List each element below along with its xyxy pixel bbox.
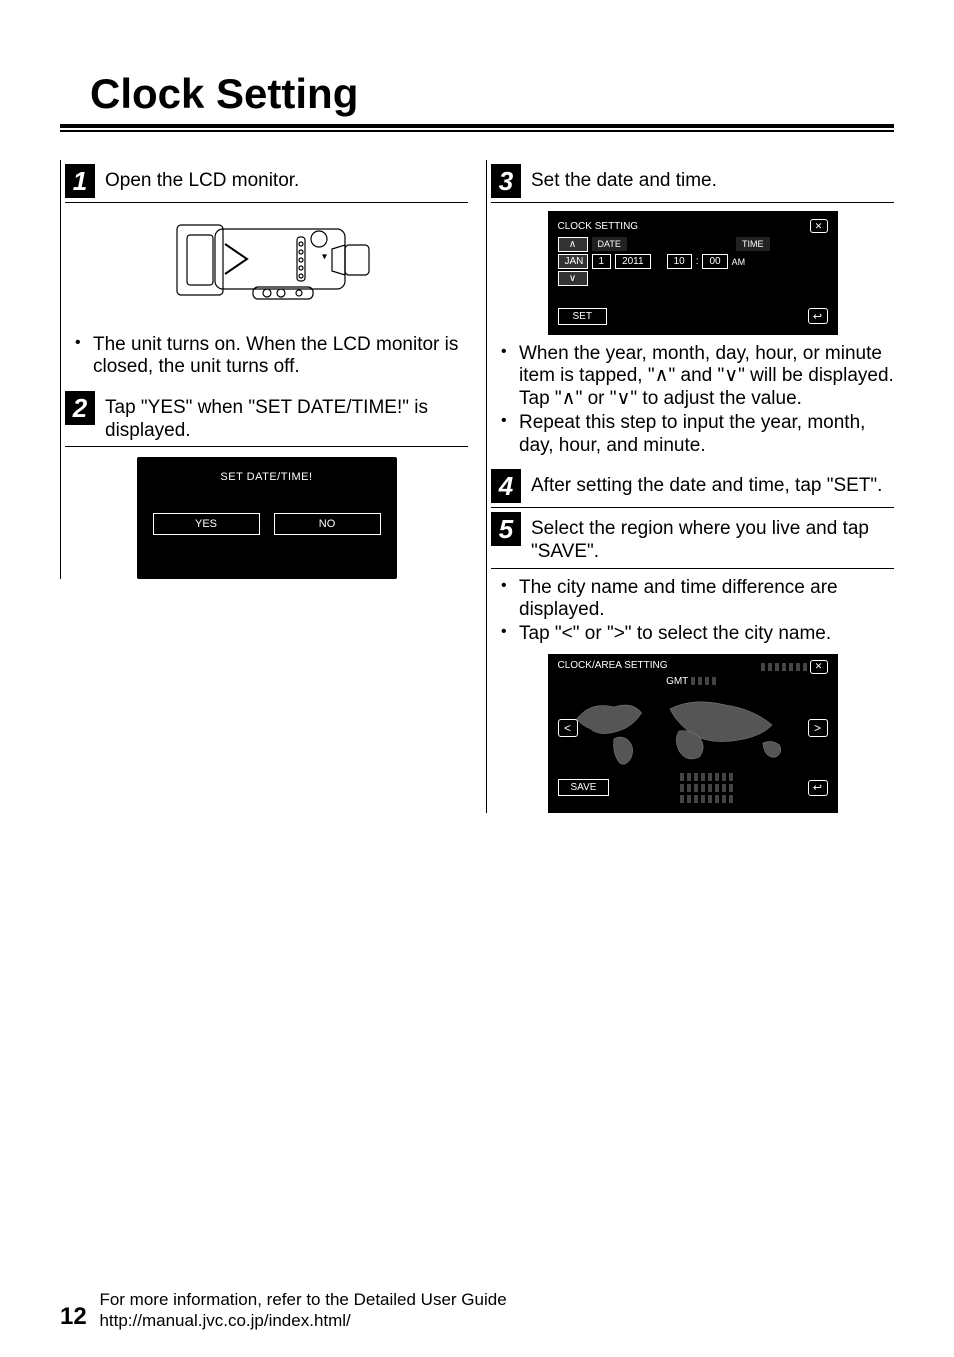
step-number-4: 4 — [491, 469, 521, 503]
month-field[interactable]: JAN — [558, 254, 588, 269]
time-separator: : — [696, 256, 699, 267]
next-city-button[interactable]: > — [808, 719, 828, 737]
step-2-text: Tap "YES" when "SET DATE/TIME!" is displ… — [105, 391, 468, 443]
gmt-row: GMT — [558, 676, 828, 687]
ampm-label: AM — [732, 257, 746, 267]
prev-city-button[interactable]: < — [558, 719, 578, 737]
step-3: 3 Set the date and time. — [491, 160, 894, 203]
step-2: 2 Tap "YES" when "SET DATE/TIME!" is dis… — [65, 387, 468, 448]
page-number: 12 — [60, 1303, 87, 1331]
step-1: 1 Open the LCD monitor. — [65, 160, 468, 203]
time-label: TIME — [736, 237, 770, 251]
step-number-3: 3 — [491, 164, 521, 198]
footer-line1: For more information, refer to the Detai… — [99, 1290, 506, 1309]
step-number-2: 2 — [65, 391, 95, 425]
step-5-text: Select the region where you live and tap… — [531, 512, 894, 564]
step-number-1: 1 — [65, 164, 95, 198]
year-field[interactable]: 2011 — [615, 254, 651, 269]
close-icon[interactable]: ✕ — [810, 219, 828, 233]
clock-title: CLOCK SETTING — [558, 221, 639, 232]
title-rule — [60, 124, 894, 132]
up-arrow-button[interactable]: ∧ — [558, 237, 588, 252]
step-1-text: Open the LCD monitor. — [105, 164, 299, 193]
save-button[interactable]: SAVE — [558, 779, 610, 796]
no-button[interactable]: NO — [274, 513, 381, 535]
area-title: CLOCK/AREA SETTING — [558, 660, 668, 671]
set-button[interactable]: SET — [558, 308, 607, 325]
lcd-dialog-title: SET DATE/TIME! — [153, 471, 381, 483]
redacted-text — [680, 795, 736, 803]
hour-field[interactable]: 10 — [667, 254, 692, 269]
yes-button[interactable]: YES — [153, 513, 260, 535]
step-5: 5 Select the region where you live and t… — [491, 508, 894, 569]
lcd-area-setting: CLOCK/AREA SETTING ✕ GMT — [548, 654, 838, 813]
world-map: < > — [558, 689, 828, 771]
step-3-bullets: When the year, month, day, hour, or minu… — [501, 343, 894, 457]
bullet: The unit turns on. When the LCD monitor … — [75, 334, 468, 379]
step-1-bullets: The unit turns on. When the LCD monitor … — [75, 334, 468, 379]
lcd-set-datetime: SET DATE/TIME! YES NO — [137, 457, 397, 579]
step-number-5: 5 — [491, 512, 521, 546]
back-icon[interactable]: ↩ — [808, 308, 828, 324]
step-5-bullets: The city name and time difference are di… — [501, 577, 894, 646]
day-field[interactable]: 1 — [592, 254, 612, 269]
step-4-text: After setting the date and time, tap "SE… — [531, 469, 882, 498]
back-icon[interactable]: ↩ — [808, 780, 828, 796]
step-3-text: Set the date and time. — [531, 164, 717, 193]
lcd-clock-setting: CLOCK SETTING ✕ ∧ JAN ∨ DATE TIME — [548, 211, 838, 335]
down-arrow-button[interactable]: ∨ — [558, 271, 588, 286]
page-footer: 12 For more information, refer to the De… — [60, 1290, 507, 1331]
redacted-text — [680, 784, 736, 792]
close-icon[interactable]: ✕ — [810, 660, 828, 674]
step-4: 4 After setting the date and time, tap "… — [491, 465, 894, 508]
footer-url: http://manual.jvc.co.jp/index.html/ — [99, 1311, 350, 1330]
bullet: Tap "<" or ">" to select the city name. — [501, 623, 894, 645]
redacted-text — [680, 773, 736, 781]
date-label: DATE — [592, 237, 627, 251]
redacted-text — [761, 663, 807, 671]
bullet: The city name and time difference are di… — [501, 577, 894, 622]
bullet: Repeat this step to input the year, mont… — [501, 412, 894, 457]
minute-field[interactable]: 00 — [702, 254, 727, 269]
page-title: Clock Setting — [60, 70, 894, 118]
bullet: When the year, month, day, hour, or minu… — [501, 343, 894, 410]
camcorder-illustration — [147, 209, 387, 324]
